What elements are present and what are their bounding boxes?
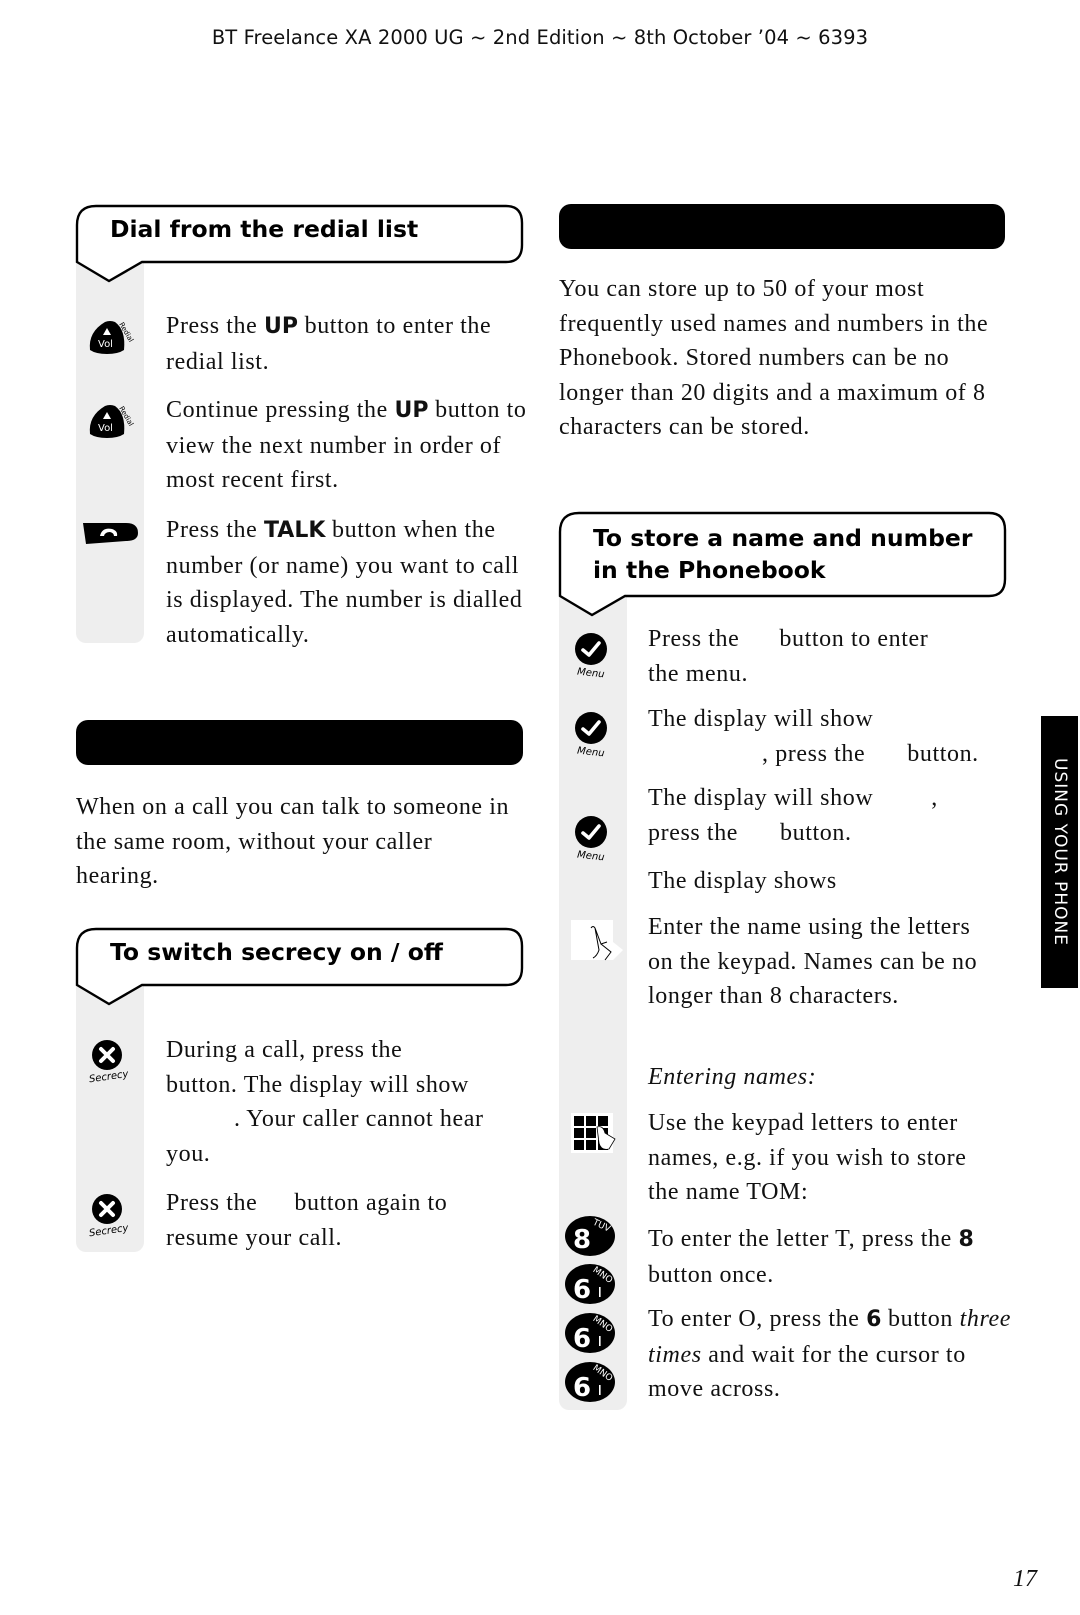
step-store-8: To enter the letter T, press the 8 butto…	[648, 1226, 974, 1288]
step-redial-3: Press the TALK button when the number (o…	[166, 517, 523, 648]
keyword-up: UP	[394, 398, 429, 423]
vol-redial-up-button-icon: Vol Redial	[86, 400, 136, 449]
secrecy-intro: When on a call you can talk to someone i…	[76, 794, 510, 889]
secrecy-button-icon: Secrecy	[86, 1192, 132, 1243]
section-bar-phonebook	[559, 204, 1005, 249]
entering-names-heading: Entering names:	[648, 1064, 817, 1090]
svg-text:Secrecy: Secrecy	[88, 1223, 130, 1238]
section-title: To switch secrecy on / off	[110, 938, 443, 966]
menu-ok-button-icon: Menu	[571, 813, 615, 868]
section-title: Dial from the redial list	[110, 215, 419, 243]
svg-text:6: 6	[573, 1373, 591, 1403]
vol-redial-up-button-icon: Vol Redial	[86, 316, 136, 365]
key-8-tuv-icon: 8 TUV	[563, 1214, 621, 1265]
key-6-mno-icon: 6 MNO	[563, 1311, 621, 1362]
svg-text:Menu: Menu	[577, 746, 605, 759]
svg-text:Secrecy: Secrecy	[88, 1069, 130, 1084]
step-redial-2: Continue pressing the UP button to view …	[166, 397, 527, 493]
svg-text:6: 6	[573, 1275, 591, 1305]
menu-ok-button-icon: Menu	[571, 709, 615, 764]
svg-text:6: 6	[573, 1324, 591, 1354]
chapter-side-tab-label: USING YOUR PHONE	[1049, 758, 1070, 946]
keyword-talk: TALK	[264, 518, 326, 543]
step-redial-1: Press the UP button to enter the redial …	[166, 313, 492, 375]
phonebook-intro: You can store up to 50 of your most freq…	[559, 276, 989, 440]
page-number: 17	[1013, 1566, 1037, 1592]
section-heading-secrecy: To switch secrecy on / off	[75, 927, 524, 1008]
svg-text:8: 8	[573, 1225, 591, 1255]
section-heading-redial: Dial from the redial list	[75, 204, 524, 285]
keypad-icon	[571, 1113, 627, 1162]
svg-text:Menu: Menu	[577, 850, 605, 863]
chapter-side-tab: USING YOUR PHONE	[1041, 716, 1078, 988]
step-store-2: The display will show , press the button.	[648, 706, 979, 767]
key-6-mno-icon: 6 MNO	[563, 1262, 621, 1313]
key-6-mno-icon: 6 MNO	[563, 1360, 621, 1411]
section-title: To store a name and number in the Phoneb…	[593, 524, 973, 584]
running-header: BT Freelance XA 2000 UG ~ 2nd Edition ~ …	[211, 26, 869, 49]
secrecy-button-icon: Secrecy	[86, 1038, 132, 1089]
step-store-3: The display will show, press the button.	[648, 785, 938, 846]
section-bar-secrecy	[76, 720, 523, 765]
menu-ok-button-icon: Menu	[571, 630, 615, 685]
talk-button-icon	[80, 520, 140, 551]
svg-text:Vol: Vol	[98, 423, 113, 434]
svg-text:Vol: Vol	[98, 339, 113, 350]
section-heading-store: To store a name and number in the Phoneb…	[558, 511, 1007, 620]
step-store-9: To enter O, press the 6 button three tim…	[648, 1306, 1012, 1402]
finger-press-icon	[571, 920, 627, 969]
step-secrecy-1: During a call, press the button. The dis…	[166, 1037, 484, 1167]
step-store-4: The display shows	[648, 868, 837, 894]
step-secrecy-2: Press the button again to resume your cal…	[166, 1190, 448, 1251]
step-store-5: Enter the name using the letters on the …	[648, 914, 978, 1009]
keyword-up: UP	[264, 314, 298, 339]
svg-text:Menu: Menu	[577, 667, 605, 680]
step-store-1: Press the button to enter the menu.	[648, 626, 929, 687]
step-store-7: Use the keypad letters to enter names, e…	[648, 1110, 967, 1205]
